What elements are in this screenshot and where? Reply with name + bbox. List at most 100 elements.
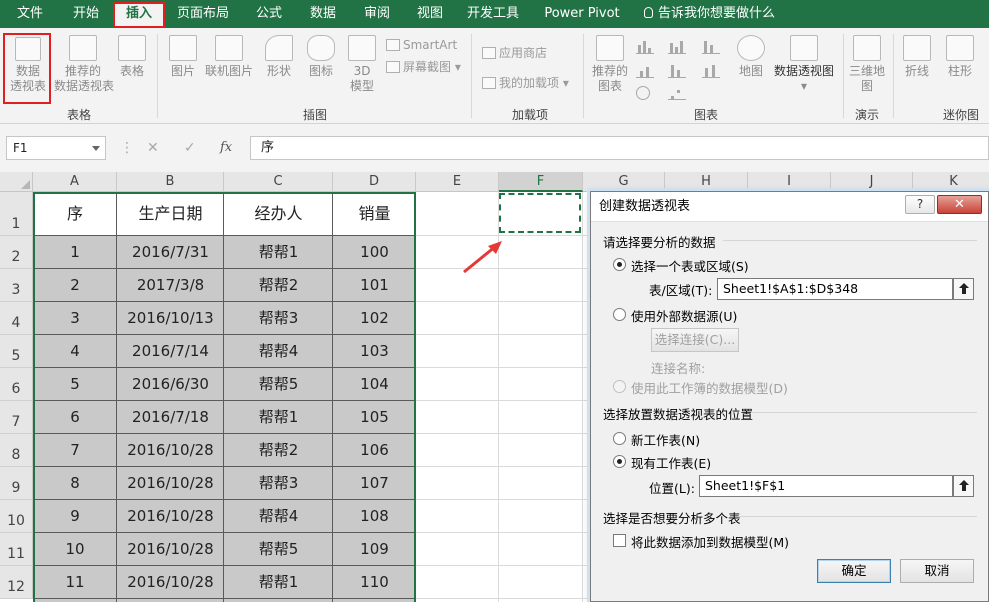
row-header-7[interactable]: 7	[0, 401, 33, 434]
tab-file[interactable]: 文件	[8, 0, 52, 28]
range-input[interactable]: Sheet1!$A$1:$D$348	[717, 278, 953, 300]
3d-models-button[interactable]: 3D 模型	[345, 35, 379, 94]
column-chart-icon[interactable]	[636, 40, 654, 54]
close-button[interactable]: ✕	[937, 195, 982, 214]
column-header-g[interactable]: G	[583, 172, 665, 192]
shapes-button[interactable]: 形状	[262, 35, 296, 79]
tab-power-pivot[interactable]: Power Pivot	[540, 0, 624, 28]
row-header-8[interactable]: 8	[0, 434, 33, 467]
row-header-12[interactable]: 12	[0, 566, 33, 599]
name-box[interactable]: F1	[6, 136, 106, 160]
tab-developer[interactable]: 开发工具	[462, 0, 524, 28]
row-header-4[interactable]: 4	[0, 302, 33, 335]
recommended-pivot-icon	[69, 35, 97, 61]
3d-map-icon	[853, 35, 881, 61]
range-collapse-icon[interactable]	[953, 278, 974, 300]
online-pictures-button[interactable]: 联机图片	[204, 35, 254, 79]
add-to-data-model-label[interactable]: 将此数据添加到数据模型(M)	[631, 532, 789, 551]
column-header-e[interactable]: E	[416, 172, 499, 192]
location-collapse-icon[interactable]	[953, 475, 974, 497]
target-cell-marquee[interactable]	[499, 193, 581, 233]
pictures-button[interactable]: 图片	[166, 35, 200, 79]
store-label: 应用商店	[499, 46, 548, 60]
hierarchy-chart-icon[interactable]	[702, 40, 720, 54]
column-header-f[interactable]: F	[499, 172, 583, 192]
my-addins-button[interactable]: 我的加载项 ▾	[482, 74, 569, 92]
tab-formulas[interactable]: 公式	[246, 0, 292, 28]
store-button[interactable]: 应用商店	[482, 44, 547, 62]
row-header-11[interactable]: 11	[0, 533, 33, 566]
combo-chart-icon[interactable]	[702, 64, 720, 78]
tab-review[interactable]: 审阅	[354, 0, 400, 28]
smartart-button[interactable]: SmartArt	[386, 36, 457, 54]
tab-insert[interactable]: 插入	[113, 2, 165, 28]
maps-label: 地图	[738, 64, 763, 78]
row-header-9[interactable]: 9	[0, 467, 33, 500]
tab-view[interactable]: 视图	[407, 0, 453, 28]
select-all-button[interactable]	[0, 172, 33, 192]
column-header-j[interactable]: J	[831, 172, 913, 192]
radio-new-worksheet-label[interactable]: 新工作表(N)	[631, 430, 700, 449]
group-tables: 表格	[66, 108, 91, 122]
ok-button[interactable]: 确定	[817, 559, 891, 583]
row-header-3[interactable]: 3	[0, 269, 33, 302]
column-header-b[interactable]: B	[117, 172, 224, 192]
radio-existing-worksheet-label[interactable]: 现有工作表(E)	[631, 453, 711, 472]
recommended-charts-icon	[596, 35, 624, 61]
bar-chart-icon[interactable]	[668, 40, 686, 54]
column-header-k[interactable]: K	[913, 172, 989, 192]
radio-external-source[interactable]	[613, 308, 626, 321]
pie-chart-icon[interactable]	[636, 86, 650, 100]
online-picture-icon	[215, 35, 243, 61]
radio-data-model[interactable]	[613, 380, 626, 393]
column-header-a[interactable]: A	[33, 172, 117, 192]
formula-input[interactable]: 序	[250, 136, 989, 160]
radio-new-worksheet[interactable]	[613, 432, 626, 445]
add-to-data-model-checkbox[interactable]	[613, 534, 626, 547]
tab-page-layout[interactable]: 页面布局	[172, 0, 234, 28]
radio-external-source-label[interactable]: 使用外部数据源(U)	[631, 306, 737, 325]
location-input[interactable]: Sheet1!$F$1	[699, 475, 953, 497]
row-header-2[interactable]: 2	[0, 236, 33, 269]
chevron-down-icon[interactable]	[92, 146, 100, 151]
radio-select-range-label[interactable]: 选择一个表或区域(S)	[631, 256, 749, 275]
smartart-label: SmartArt	[403, 38, 458, 52]
tab-data[interactable]: 数据	[300, 0, 346, 28]
radio-select-range[interactable]	[613, 258, 626, 271]
help-button[interactable]: ?	[905, 195, 935, 214]
row-header-6[interactable]: 6	[0, 368, 33, 401]
statistic-chart-icon[interactable]	[668, 64, 686, 78]
radio-existing-worksheet[interactable]	[613, 455, 626, 468]
cancel-icon[interactable]: ✕	[147, 136, 159, 160]
tab-home[interactable]: 开始	[62, 0, 110, 28]
insert-function-icon[interactable]: fx	[220, 136, 232, 160]
pivot-table-button[interactable]: 数据 透视表	[3, 33, 51, 104]
table-button[interactable]: 表格	[114, 35, 150, 79]
line-chart-icon[interactable]	[636, 64, 654, 78]
column-header-c[interactable]: C	[224, 172, 333, 192]
tell-me-search[interactable]: 告诉我你想要做什么	[644, 0, 775, 28]
screenshot-button[interactable]: 屏幕截图 ▾	[386, 58, 461, 76]
3d-map-button[interactable]: 三维地 图	[847, 35, 887, 94]
scatter-chart-icon[interactable]	[668, 86, 686, 100]
row-number: 1	[11, 216, 21, 232]
enter-icon[interactable]: ✓	[184, 136, 196, 160]
column-header-i[interactable]: I	[748, 172, 831, 192]
maps-button[interactable]: 地图	[736, 35, 766, 79]
column-header-d[interactable]: D	[333, 172, 416, 192]
row-header-10[interactable]: 10	[0, 500, 33, 533]
icons-button[interactable]: 图标	[304, 35, 338, 79]
online-pictures-label: 联机图片	[204, 64, 253, 78]
radio-data-model-label[interactable]: 使用此工作簿的数据模型(D)	[631, 378, 788, 397]
location-label: 位置(L):	[649, 481, 695, 496]
cancel-button[interactable]: 取消	[900, 559, 974, 583]
line-sparkline-button[interactable]: 折线	[900, 35, 934, 79]
choose-connection-button[interactable]: 选择连接(C)...	[651, 328, 739, 352]
pivot-chart-button[interactable]: 数据透视图 ▾	[772, 35, 836, 94]
recommended-charts-button[interactable]: 推荐的 图表	[588, 35, 632, 94]
column-header-h[interactable]: H	[665, 172, 748, 192]
row-header-1[interactable]: 1	[0, 192, 33, 236]
recommended-pivot-button[interactable]: 推荐的 数据透视表	[54, 35, 114, 94]
column-sparkline-button[interactable]: 柱形	[943, 35, 977, 79]
row-header-5[interactable]: 5	[0, 335, 33, 368]
